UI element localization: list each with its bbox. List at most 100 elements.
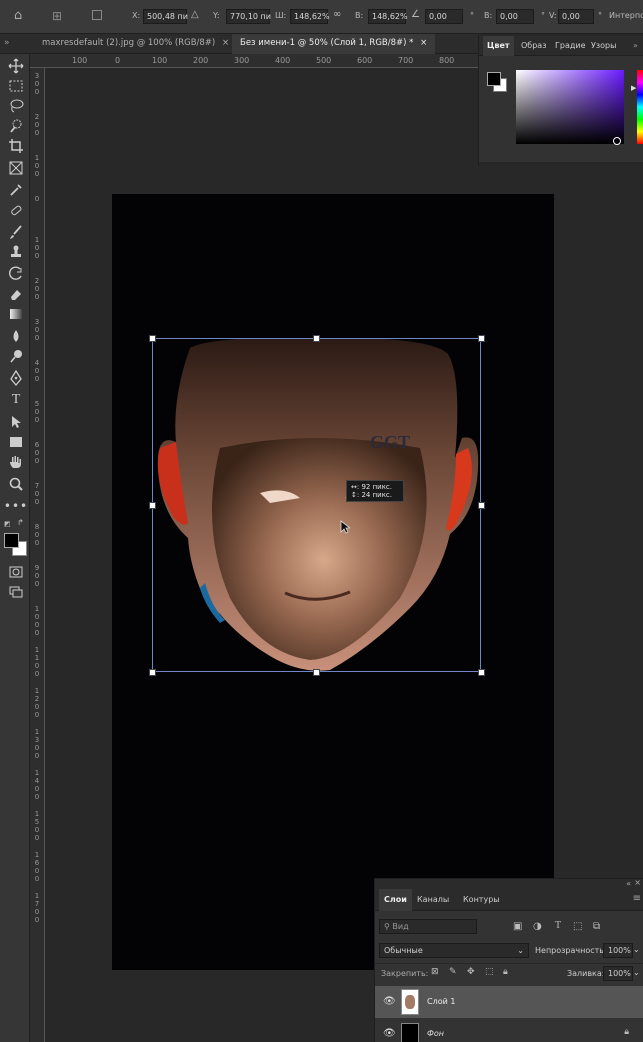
visibility-eye-icon[interactable]: 👁︎	[383, 1028, 396, 1039]
frame-tool-icon[interactable]	[7, 160, 25, 176]
crop-tool-icon[interactable]	[7, 138, 25, 154]
tab-label: maxresdefault (2).jpg @ 100% (RGB/8#)	[42, 38, 216, 48]
quick-mask-icon[interactable]	[7, 564, 25, 580]
collapse-panel-icon[interactable]: «	[626, 879, 631, 888]
move-tool-icon[interactable]	[7, 58, 25, 74]
layer-name[interactable]: Слой 1	[427, 997, 455, 1006]
transform-handle-top-left[interactable]	[149, 335, 156, 342]
more-tools-icon[interactable]: •••	[4, 498, 27, 514]
close-icon[interactable]: ×	[222, 38, 229, 48]
transform-handle-top[interactable]	[313, 335, 320, 342]
dodge-tool-icon[interactable]	[7, 348, 25, 364]
transform-handle-left[interactable]	[149, 502, 156, 509]
lasso-tool-icon[interactable]	[7, 98, 25, 114]
transform-handle-right[interactable]	[478, 502, 485, 509]
close-icon[interactable]: ×	[420, 38, 427, 48]
eraser-tool-icon[interactable]	[7, 286, 25, 302]
interpolation-label[interactable]: Интерпо	[609, 11, 643, 20]
foreground-color-swatch[interactable]	[4, 533, 19, 548]
hue-slider[interactable]	[637, 70, 643, 144]
ruler-tick: 300	[34, 318, 40, 342]
hue-slider-arrow-icon[interactable]: ▶	[631, 84, 636, 92]
home-icon[interactable]: ⌂	[14, 8, 22, 23]
transform-handle-bottom[interactable]	[313, 669, 320, 676]
color-picker-ring[interactable]	[613, 137, 621, 145]
gradient-tool-icon[interactable]	[7, 306, 25, 322]
angle-field[interactable]: 0,00	[425, 9, 463, 24]
tab-swatches[interactable]: Образ	[517, 36, 550, 56]
filter-smart-object-icon[interactable]: ⧉	[593, 921, 600, 932]
h-skew-field[interactable]: 0,00	[496, 9, 534, 24]
close-panel-icon[interactable]: ×	[634, 878, 641, 887]
clone-stamp-tool-icon[interactable]	[7, 244, 25, 260]
width-field[interactable]: 148,62%	[290, 9, 330, 24]
blur-tool-icon[interactable]	[7, 328, 25, 344]
free-transform-bounding-box[interactable]	[152, 338, 481, 672]
layer-name[interactable]: Фон	[427, 1029, 444, 1038]
rectangle-tool-icon[interactable]	[7, 434, 25, 450]
v-skew-field[interactable]: 0,00	[558, 9, 594, 24]
transform-handle-bottom-left[interactable]	[149, 669, 156, 676]
blend-mode-select[interactable]: Обычные ⌄	[379, 943, 529, 958]
hand-tool-icon[interactable]	[7, 454, 25, 470]
tab-channels[interactable]: Каналы	[417, 895, 449, 904]
lock-image-icon[interactable]: ✎	[449, 967, 457, 977]
collapse-toolbar-icon[interactable]: »	[4, 38, 10, 48]
saturation-brightness-field[interactable]	[516, 70, 624, 144]
healing-brush-tool-icon[interactable]	[7, 202, 25, 218]
lock-transparent-icon[interactable]: ⊠	[431, 967, 439, 977]
opacity-field[interactable]: 100%	[603, 943, 633, 958]
ruler-tick: 200	[34, 113, 40, 137]
path-selection-tool-icon[interactable]	[7, 414, 25, 430]
x-field[interactable]: 500,48 пи	[143, 9, 188, 24]
chevron-down-icon[interactable]: ⌄	[633, 968, 640, 977]
panel-menu-icon[interactable]: ≡	[633, 893, 641, 904]
visibility-eye-icon[interactable]: 👁︎	[383, 996, 396, 1007]
height-field[interactable]: 148,62%	[368, 9, 408, 24]
history-brush-tool-icon[interactable]	[7, 266, 25, 282]
y-field[interactable]: 770,10 пи	[226, 9, 271, 24]
swap-colors-icon[interactable]: ↱	[17, 518, 24, 527]
fill-field[interactable]: 100%	[603, 966, 633, 981]
transform-handle-bottom-right[interactable]	[478, 669, 485, 676]
eyedropper-tool-icon[interactable]	[7, 182, 25, 198]
reference-point-icon[interactable]: ⊞	[52, 9, 62, 23]
quick-selection-tool-icon[interactable]	[7, 118, 25, 134]
tab-paths[interactable]: Контуры	[463, 895, 500, 904]
lock-position-icon[interactable]: ✥	[467, 967, 475, 977]
delta-icon[interactable]: △	[191, 9, 199, 20]
tab-untitled-1[interactable]: Без имени-1 @ 50% (Слой 1, RGB/8#) * ×	[232, 34, 436, 54]
transform-handle-top-right[interactable]	[478, 335, 485, 342]
foreground-color-chip[interactable]	[487, 72, 501, 86]
lock-all-icon[interactable]: 🔒︎	[503, 967, 508, 977]
filter-adjustment-icon[interactable]: ◑	[533, 921, 542, 932]
link-icon[interactable]: ∞	[333, 9, 341, 20]
tab-layers[interactable]: Слои	[379, 889, 412, 911]
tab-gradients[interactable]: Градие	[551, 36, 590, 56]
ruler-tick: 500	[34, 400, 40, 424]
layer-row-background[interactable]: 👁︎ Фон 🔒︎	[375, 1020, 643, 1042]
brush-tool-icon[interactable]	[7, 224, 25, 240]
reference-checkbox[interactable]	[92, 10, 102, 20]
layer-filter-kind[interactable]: ⚲ Вид	[379, 919, 477, 934]
chevron-down-icon[interactable]: ⌄	[633, 945, 640, 954]
zoom-tool-icon[interactable]	[7, 476, 25, 492]
tab-color[interactable]: Цвет	[483, 36, 514, 56]
marquee-tool-icon[interactable]	[7, 78, 25, 94]
ruler-tick: 1500	[34, 810, 40, 842]
lock-artboard-icon[interactable]: ⬚	[485, 967, 494, 977]
tab-maxresdefault[interactable]: maxresdefault (2).jpg @ 100% (RGB/8#) ×	[34, 34, 237, 54]
type-tool-icon[interactable]: T	[7, 392, 25, 408]
filter-pixel-icon[interactable]: ▣	[513, 921, 522, 932]
layer-row-layer1[interactable]: 👁︎ Слой 1	[375, 986, 643, 1018]
ruler-tick: 1700	[34, 892, 40, 924]
divider	[375, 963, 643, 964]
pen-tool-icon[interactable]	[7, 370, 25, 386]
tab-patterns[interactable]: Узоры	[587, 36, 620, 56]
panel-expand-icon[interactable]: »	[629, 36, 642, 56]
filter-shape-icon[interactable]: ⬚	[573, 921, 582, 932]
filter-type-icon[interactable]: T	[555, 920, 561, 931]
ruler-tick: 700	[34, 482, 40, 506]
screen-mode-icon[interactable]	[7, 584, 25, 600]
default-colors-icon[interactable]: ◩	[4, 520, 11, 528]
